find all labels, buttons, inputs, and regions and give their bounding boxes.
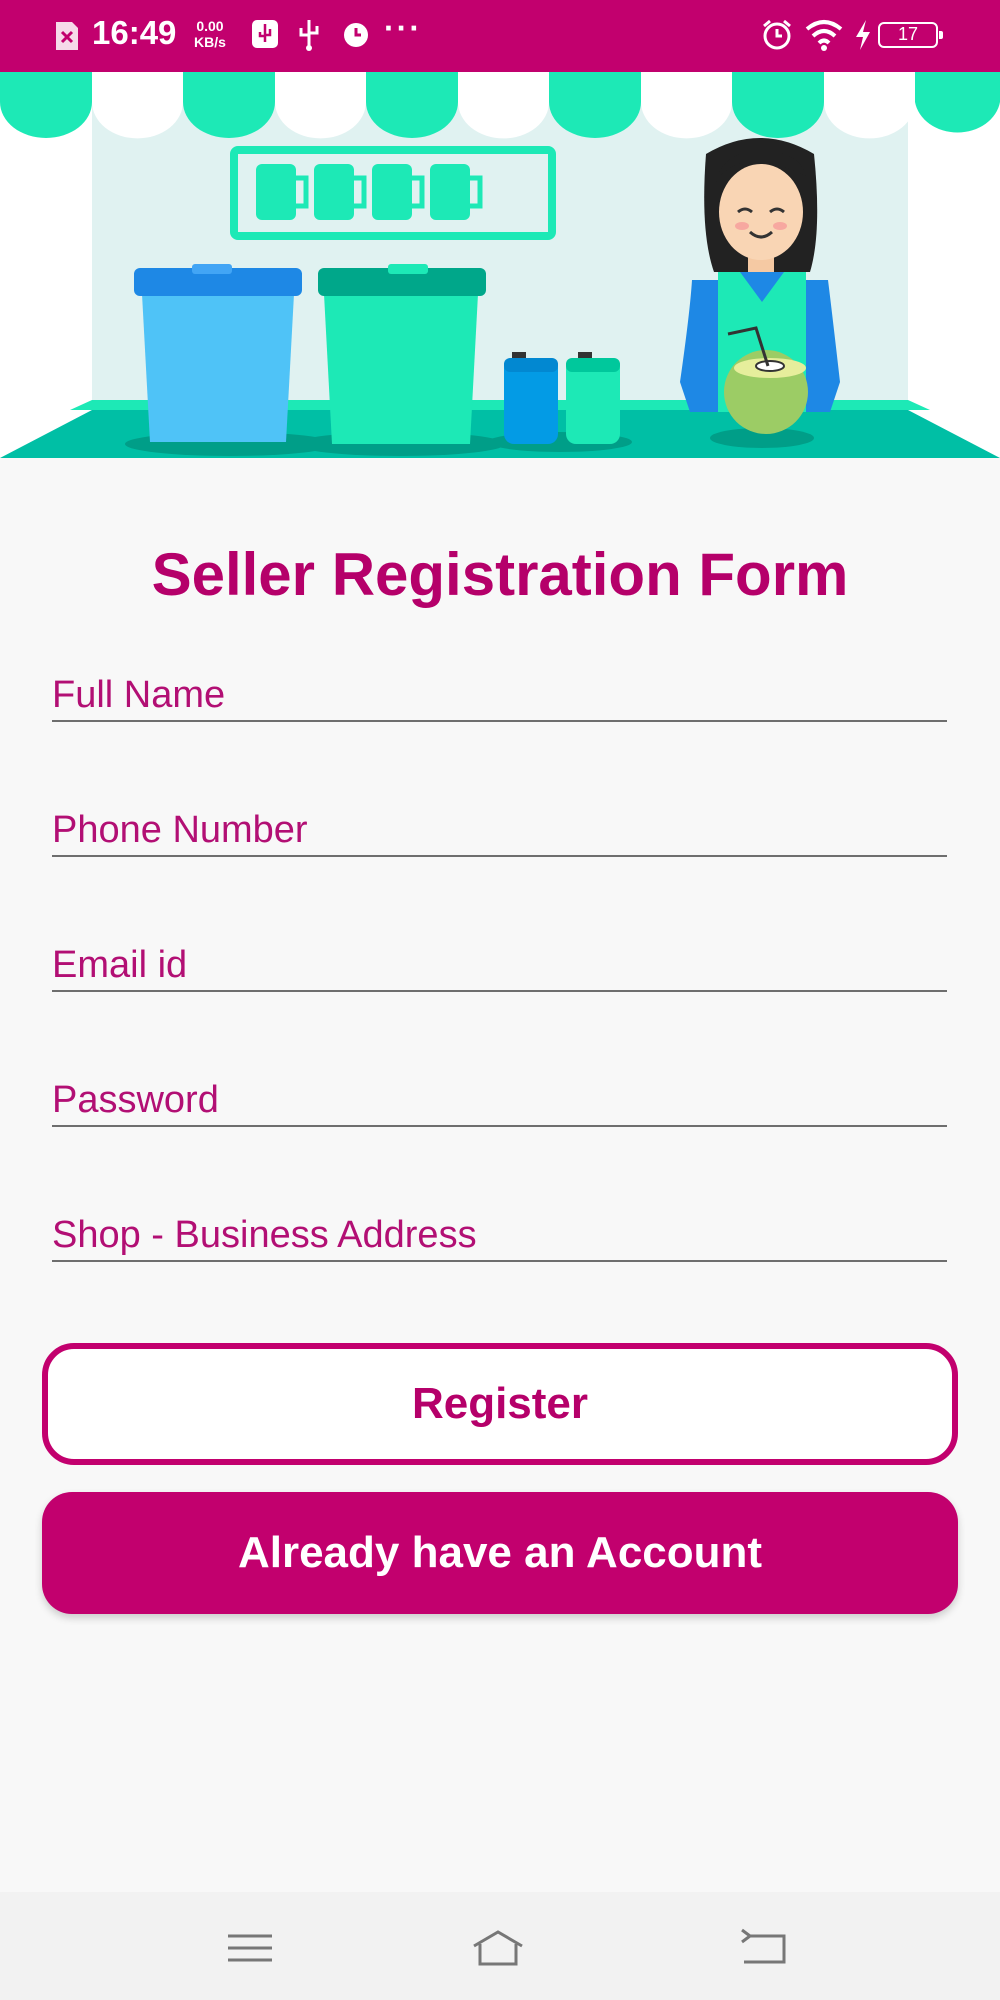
more-icon: ··· bbox=[384, 10, 422, 46]
menu-icon[interactable] bbox=[222, 1928, 278, 1968]
net-speed: 0.00 KB/s bbox=[194, 18, 226, 50]
cup-shelf bbox=[230, 146, 556, 240]
phone-number-input[interactable] bbox=[52, 805, 947, 855]
business-address-field[interactable] bbox=[52, 1210, 947, 1262]
status-bar: 16:49 0.00 KB/s ··· 17 bbox=[0, 0, 1000, 72]
wifi-icon bbox=[805, 20, 843, 51]
navigation-bar bbox=[0, 1892, 1000, 2000]
alarm-icon bbox=[763, 19, 791, 50]
password-input[interactable] bbox=[52, 1075, 947, 1125]
phone-number-field[interactable] bbox=[52, 805, 947, 857]
battery-icon: 17 bbox=[878, 22, 943, 48]
alarm-icon bbox=[344, 23, 368, 47]
email-input[interactable] bbox=[52, 940, 947, 990]
password-field[interactable] bbox=[52, 1075, 947, 1127]
full-name-input[interactable] bbox=[52, 670, 947, 720]
sim-error-icon bbox=[56, 22, 78, 50]
back-icon[interactable] bbox=[736, 1928, 792, 1968]
net-speed-value: 0.00 bbox=[196, 18, 224, 34]
usb-debug-icon bbox=[252, 20, 278, 48]
page-title: Seller Registration Form bbox=[151, 541, 849, 608]
home-icon[interactable] bbox=[470, 1928, 526, 1968]
already-have-account-button[interactable]: Already have an Account bbox=[42, 1492, 958, 1614]
awning bbox=[0, 72, 1000, 139]
usb-icon bbox=[299, 20, 319, 51]
email-field[interactable] bbox=[52, 940, 947, 992]
register-button[interactable]: Register bbox=[42, 1343, 958, 1465]
full-name-field[interactable] bbox=[52, 670, 947, 722]
charging-icon bbox=[856, 20, 870, 50]
status-time: 16:49 bbox=[92, 14, 177, 51]
net-speed-unit: KB/s bbox=[194, 34, 226, 50]
hero-illustration bbox=[0, 72, 1000, 458]
business-address-input[interactable] bbox=[52, 1210, 947, 1260]
